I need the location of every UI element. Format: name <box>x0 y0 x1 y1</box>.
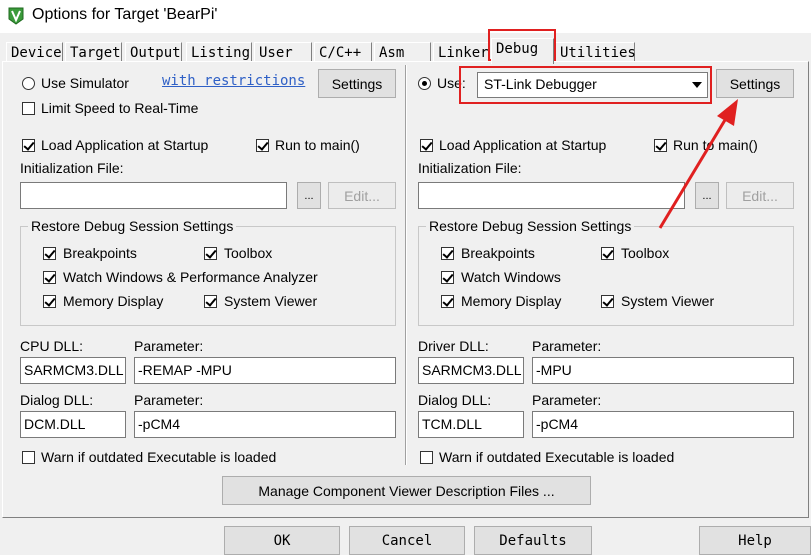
ok-button[interactable]: OK <box>224 526 340 555</box>
cancel-button[interactable]: Cancel <box>349 526 465 555</box>
annotation-arrow-icon <box>658 99 738 229</box>
help-button[interactable]: Help <box>699 526 811 555</box>
defaults-button[interactable]: Defaults <box>474 526 592 555</box>
tab-debug[interactable]: Debug <box>491 38 554 64</box>
